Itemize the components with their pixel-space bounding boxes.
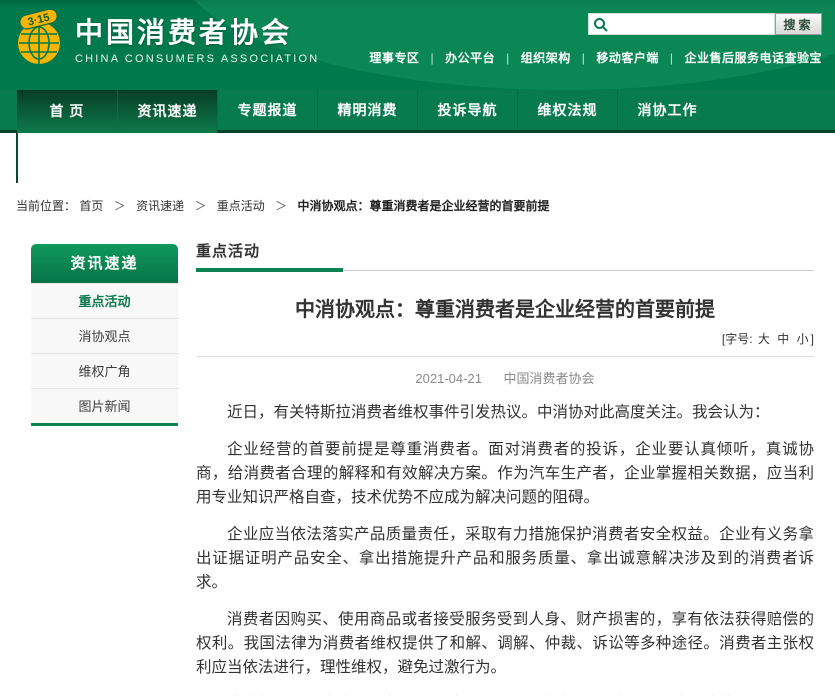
- brand-block: 中国消费者协会 CHINA CONSUMERS ASSOCIATION: [75, 8, 319, 65]
- link-separator: |: [670, 51, 674, 65]
- article-paragraph: 近日，有关特斯拉消费者维权事件引发热议。中消协对此高度关注。我会认为：: [196, 401, 814, 425]
- nav-tab-news[interactable]: 资讯速递: [117, 90, 217, 133]
- link-separator: |: [506, 51, 510, 65]
- nav-tab-home[interactable]: 首 页: [17, 90, 117, 133]
- article-meta: 2021-04-21 中国消费者协会: [196, 368, 814, 387]
- site-subtitle: CHINA CONSUMERS ASSOCIATION: [75, 53, 319, 65]
- nav-left-tick-decoration: [16, 133, 18, 183]
- sidebar-news-menu: 资讯速递 重点活动 消协观点 维权广角 图片新闻: [31, 244, 178, 426]
- font-size-control: [字号: 大 中 小]: [196, 330, 814, 347]
- section-title: 重点活动: [196, 243, 260, 260]
- breadcrumb-current-page: 中消协观点：尊重消费者是企业经营的首要前提: [298, 199, 550, 213]
- article-title: 中消协观点：尊重消费者是企业经营的首要前提: [196, 293, 814, 322]
- font-size-suffix: ]: [811, 332, 814, 346]
- breadcrumb-label: 当前位置：: [16, 199, 76, 213]
- article-paragraph: 消费者因购买、使用商品或者接受服务受到人身、财产损害的，享有依法获得赔偿的权利。…: [196, 608, 814, 680]
- main-nav: 首 页 资讯速递 专题报道 精明消费 投诉导航 维权法规 消协工作: [0, 90, 835, 133]
- article-body: 近日，有关特斯拉消费者维权事件引发热议。中消协对此高度关注。我会认为： 企业经营…: [196, 401, 814, 696]
- title-divider: [196, 356, 814, 357]
- article-source: 中国消费者协会: [504, 371, 595, 386]
- breadcrumb-home[interactable]: 首页: [79, 199, 103, 213]
- breadcrumb-key-activities[interactable]: 重点活动: [217, 199, 265, 213]
- article-paragraph: 企业经营的首要前提是尊重消费者。面对消费者的投诉，企业要认真倾听，真诚协商，给消…: [196, 438, 814, 510]
- breadcrumb-separator: ＞: [194, 199, 206, 213]
- site-title: 中国消费者协会: [75, 16, 319, 50]
- link-council-zone[interactable]: 理事专区: [369, 51, 419, 65]
- header-quick-links: 理事专区 | 办公平台 | 组织架构 | 移动客户端 | 企业售后服务电话查验宝: [369, 49, 822, 66]
- search-input-wrap: [588, 13, 775, 35]
- font-size-small[interactable]: 小: [797, 332, 809, 346]
- breadcrumb-separator: ＞: [275, 199, 287, 213]
- search-bar: 搜索: [588, 13, 822, 35]
- font-size-large[interactable]: 大: [758, 332, 770, 346]
- nav-tab-rights-law[interactable]: 维权法规: [517, 90, 617, 130]
- link-mobile-client[interactable]: 移动客户端: [596, 51, 659, 65]
- article-paragraph: 企业应当依法落实产品质量责任，采取有力措施保护消费者安全权益。企业有义务拿出证据…: [196, 523, 814, 595]
- link-org-structure[interactable]: 组织架构: [521, 51, 571, 65]
- breadcrumb: 当前位置： 首页 ＞ 资讯速递 ＞ 重点活动 ＞ 中消协观点：尊重消费者是企业经…: [16, 197, 550, 214]
- search-input[interactable]: [613, 14, 773, 34]
- link-separator: |: [430, 51, 434, 65]
- sidebar-title: 资讯速递: [31, 244, 178, 283]
- breadcrumb-news[interactable]: 资讯速递: [136, 199, 184, 213]
- sidebar-item-association-views[interactable]: 消协观点: [31, 318, 178, 353]
- section-underline-decoration: [196, 268, 343, 272]
- font-size-medium[interactable]: 中: [777, 332, 789, 346]
- sidebar-item-rights-wide-angle[interactable]: 维权广角: [31, 353, 178, 388]
- cca-315-logo-icon: 3·15: [13, 8, 65, 73]
- search-icon: [593, 17, 609, 33]
- search-button[interactable]: 搜索: [775, 13, 822, 35]
- home-logo-link[interactable]: 3·15 中国消费者协会 CHINA CONSUMERS ASSOCIATION: [13, 8, 343, 82]
- sidebar-item-key-activities[interactable]: 重点活动: [31, 283, 178, 318]
- nav-tab-complaint-guide[interactable]: 投诉导航: [417, 90, 517, 130]
- link-aftersale-phone-check[interactable]: 企业售后服务电话查验宝: [684, 51, 822, 65]
- site-header: 3·15 中国消费者协会 CHINA CONSUMERS ASSOCIATION…: [0, 0, 835, 90]
- link-separator: |: [582, 51, 586, 65]
- sidebar-item-photo-news[interactable]: 图片新闻: [31, 388, 178, 423]
- section-head: 重点活动: [196, 240, 814, 271]
- article-date: 2021-04-21: [415, 371, 482, 386]
- breadcrumb-separator: ＞: [114, 199, 126, 213]
- nav-tab-association-work[interactable]: 消协工作: [617, 90, 717, 130]
- nav-tab-smart-consume[interactable]: 精明消费: [317, 90, 417, 130]
- link-office-platform[interactable]: 办公平台: [445, 51, 495, 65]
- article-panel: 重点活动 中消协观点：尊重消费者是企业经营的首要前提 [字号: 大 中 小] 2…: [196, 240, 814, 696]
- nav-tab-special-report[interactable]: 专题报道: [217, 90, 317, 130]
- font-size-prefix: [字号:: [722, 332, 753, 346]
- page: 3·15 中国消费者协会 CHINA CONSUMERS ASSOCIATION…: [0, 0, 835, 696]
